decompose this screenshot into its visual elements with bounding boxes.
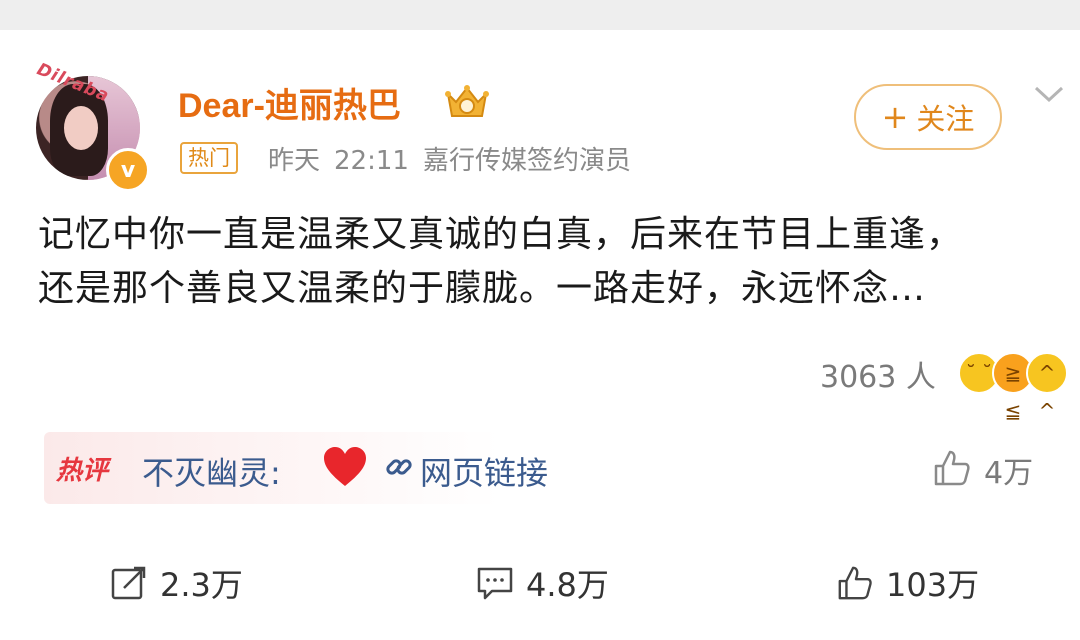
comment-button[interactable]: 4.8万 (476, 560, 609, 606)
action-bar: 2.3万 4.8万 103万 (0, 550, 1080, 620)
link-icon (386, 459, 412, 475)
follow-label: 关注 (916, 102, 975, 136)
follow-button[interactable]: + 关注 (854, 84, 1002, 150)
repost-icon (111, 566, 146, 600)
reaction-count[interactable]: 3063 人 (820, 352, 936, 396)
time-label: 昨天 (268, 146, 321, 176)
author-name[interactable]: Dear-迪丽热巴 (178, 78, 401, 127)
hot-comment-label: 热评 (56, 456, 109, 486)
vip-crown-icon (445, 85, 489, 117)
post-text-line: 记忆中你一直是温柔又真诚的白真，后来在节目上重逢， (38, 214, 964, 255)
post-text-line: 还是那个善良又温柔的于朦胧。一路走好，永远怀念… (38, 268, 927, 309)
verified-badge-icon: v (106, 148, 150, 192)
comment-count: 4.8万 (526, 566, 609, 604)
like-button[interactable]: 103万 (836, 560, 979, 606)
hot-comment-link[interactable]: 网页链接 (420, 448, 548, 494)
time: 22:11 (334, 146, 409, 176)
thumb-up-icon[interactable] (932, 448, 972, 488)
repost-count: 2.3万 (160, 566, 243, 604)
comment-icon (477, 567, 513, 600)
heart-icon (324, 447, 366, 486)
hot-comment-like-count: 4万 (984, 456, 1034, 491)
emoji-laugh-icon: ^ ^ (1026, 352, 1068, 423)
top-strip (0, 0, 1080, 30)
like-count: 103万 (886, 566, 980, 604)
plus-icon: + (881, 98, 909, 136)
post-meta: 昨天 22:11 嘉行传媒签约演员 (268, 140, 645, 177)
hot-comment[interactable]: 热评 不灭幽灵: 网页链接 4万 (44, 432, 1056, 504)
thumb-up-icon (838, 566, 872, 600)
chevron-down-icon[interactable] (1032, 82, 1066, 106)
post-text: 记忆中你一直是温柔又真诚的白真，后来在节目上重逢， 还是那个善良又温柔的于朦胧。… (38, 208, 1048, 316)
source: 嘉行传媒签约演员 (422, 146, 631, 176)
hot-badge: 热门 (180, 142, 238, 174)
hot-comment-user[interactable]: 不灭幽灵: (142, 448, 281, 494)
repost-button[interactable]: 2.3万 (110, 560, 243, 606)
